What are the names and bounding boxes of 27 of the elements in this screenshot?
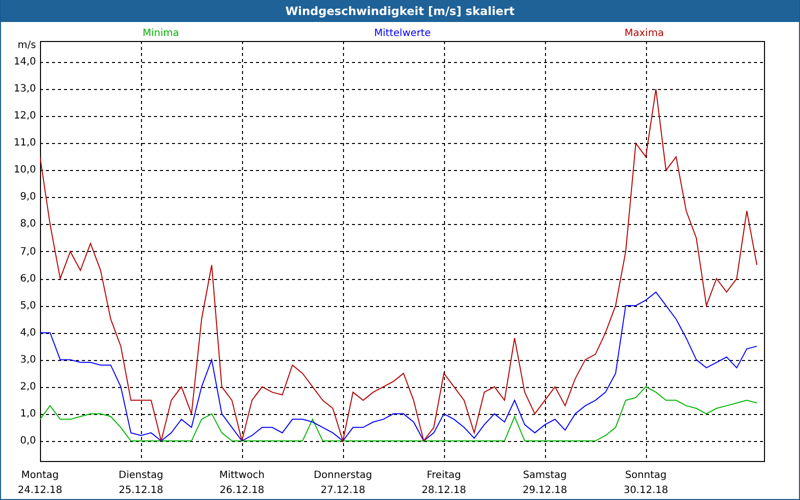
y-tick-label: 8,0 (20, 218, 36, 230)
y-tick-label: 9,0 (20, 192, 36, 203)
legend-label: Maxima (624, 28, 664, 41)
y-tick-label: 7,0 (20, 246, 36, 257)
y-tick-label: 6,0 (20, 273, 36, 284)
legend-label: Minima (142, 28, 180, 41)
x-tick-label: Montag 24.12.18 (16, 469, 64, 498)
y-tick-label: 4,0 (20, 327, 36, 338)
y-axis-unit: m/s (18, 40, 36, 51)
y-tick-label: 0,0 (20, 435, 36, 446)
y-tick-label: 11,0 (14, 138, 36, 149)
x-tick-label: Sonntag 30.12.18 (622, 469, 670, 498)
x-tick-label: Donnerstag 27.12.18 (312, 469, 374, 498)
y-tick-label: 5,0 (20, 300, 36, 312)
y-tick-label: 3,0 (20, 354, 36, 366)
y-tick-label: 12,0 (14, 110, 36, 122)
y-tick-label: 10,0 (14, 164, 36, 176)
window-title: Windgeschwindigkeit [m/s] skaliert (1, 0, 799, 22)
y-tick-label: 14,0 (14, 56, 36, 68)
y-tick-label: 1,0 (20, 408, 36, 420)
x-tick-label: Samstag 29.12.18 (522, 469, 568, 498)
y-tick-label: 13,0 (14, 84, 36, 95)
legend-label: Mittelwerte (374, 28, 431, 41)
x-tick-label: Mittwoch 26.12.18 (218, 469, 266, 498)
x-tick-label: Dienstag 25.12.18 (118, 469, 164, 498)
x-tick-label: Freitag 28.12.18 (420, 469, 468, 498)
y-tick-label: 2,0 (20, 381, 36, 392)
